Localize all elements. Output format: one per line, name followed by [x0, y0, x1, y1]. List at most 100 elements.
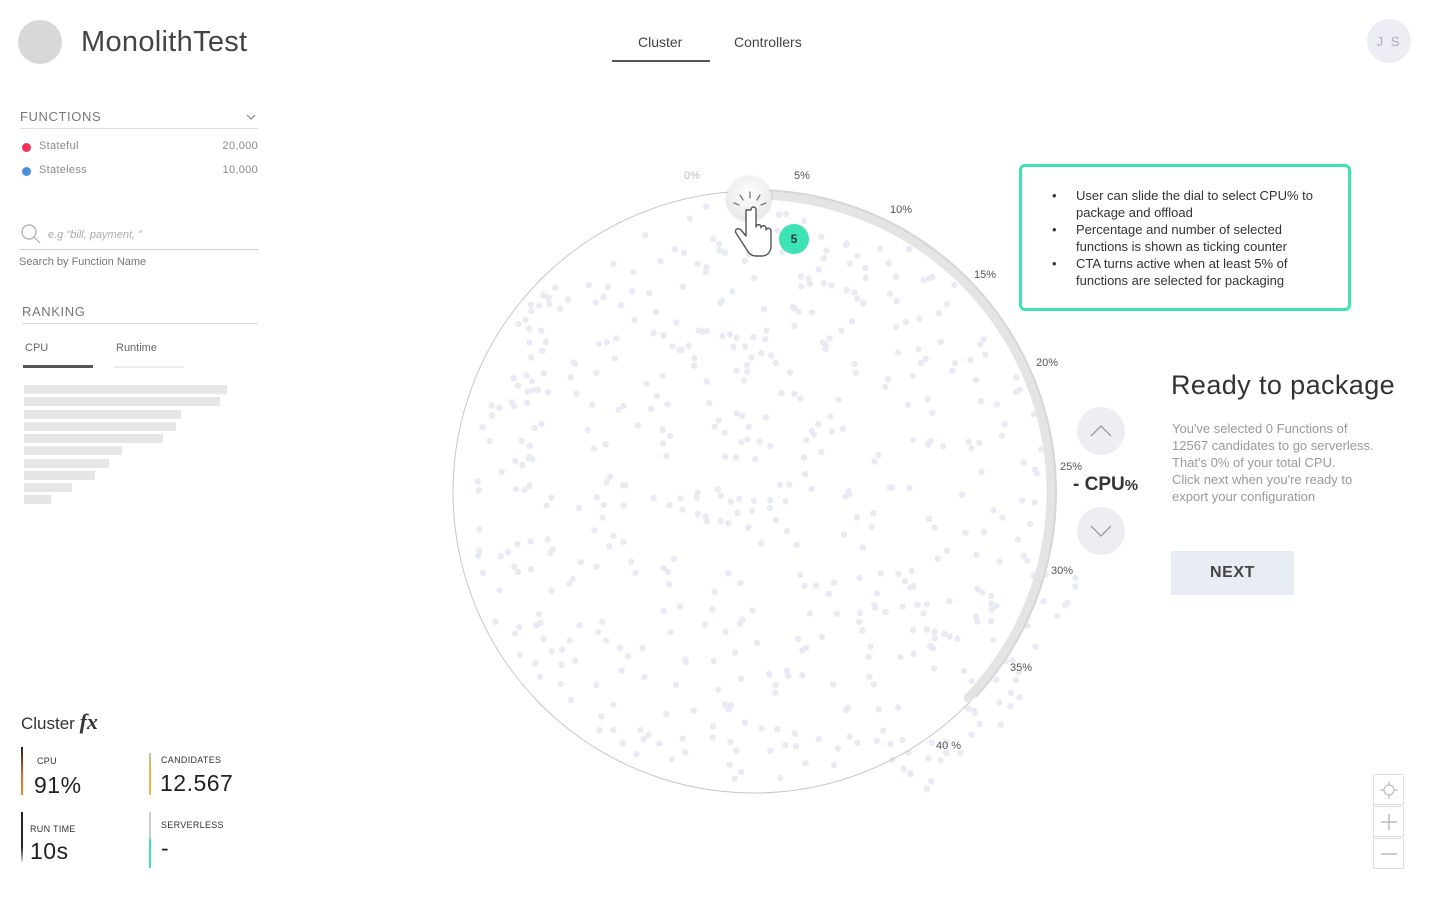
function-dot [576, 622, 583, 629]
function-dot [671, 246, 678, 253]
function-dot [667, 628, 674, 636]
function-dot [904, 401, 912, 409]
function-dot [526, 442, 534, 449]
function-dot [682, 749, 689, 756]
function-dot [783, 528, 791, 535]
function-dot [818, 233, 825, 240]
function-dot [803, 644, 810, 651]
function-dot [834, 745, 841, 752]
function-dot [702, 269, 709, 276]
function-dot [516, 624, 523, 631]
function-dot [564, 296, 572, 303]
dial-tick-label: 15% [974, 269, 997, 281]
function-dot [641, 232, 649, 239]
function-dot [527, 301, 534, 308]
function-dot [528, 565, 535, 573]
function-dot [794, 635, 802, 643]
function-dot [497, 553, 504, 560]
function-dot [968, 677, 975, 685]
function-dot [535, 610, 543, 618]
function-dot [694, 260, 701, 267]
function-dot [818, 448, 825, 456]
function-dot [925, 441, 932, 448]
function-dot [741, 719, 749, 726]
tooltip-item: Percentage and number of selected functi… [1046, 221, 1334, 255]
function-dot [988, 617, 995, 625]
function-dot [870, 509, 877, 517]
function-dot [915, 346, 922, 353]
function-dot [744, 368, 751, 375]
function-dot [734, 509, 741, 516]
function-dot [928, 739, 936, 746]
dial-track[interactable] [743, 190, 1056, 703]
function-dot [641, 673, 648, 681]
function-dot [929, 645, 937, 652]
function-dot [875, 451, 882, 459]
function-dot [951, 281, 958, 289]
function-dot [750, 497, 758, 505]
function-dot [971, 707, 978, 714]
function-dot [791, 730, 799, 737]
function-dot [989, 636, 997, 644]
function-dot [726, 331, 734, 338]
function-dot [835, 396, 842, 403]
zoom-in-button[interactable] [1373, 806, 1404, 837]
annotation-tooltip: User can slide the dial to select CPU% t… [1019, 164, 1351, 311]
locate-button[interactable] [1373, 774, 1404, 805]
function-dot [694, 489, 701, 496]
function-dot [946, 633, 953, 640]
function-dot [701, 621, 709, 628]
function-dot [619, 482, 627, 489]
function-dot [909, 436, 917, 444]
function-dot [591, 527, 598, 534]
function-dot [719, 332, 726, 339]
function-dot [786, 481, 793, 488]
dial-tick-label: 5% [794, 170, 810, 182]
function-dot [884, 376, 892, 383]
function-dot [797, 571, 804, 578]
function-dot [968, 731, 975, 738]
function-dot [525, 325, 533, 332]
function-dot [711, 423, 718, 430]
function-dot [498, 468, 506, 475]
function-dot [826, 335, 833, 342]
dial-tick-label: 35% [1010, 662, 1033, 674]
function-dot [909, 372, 916, 379]
function-dot [717, 492, 724, 499]
next-button[interactable]: NEXT [1171, 551, 1294, 595]
function-dot [557, 680, 564, 687]
function-dot [540, 370, 548, 377]
function-dot [894, 704, 902, 711]
function-dot [880, 727, 887, 734]
function-dot [808, 309, 816, 316]
function-dot [476, 526, 483, 533]
function-dot [822, 345, 829, 352]
function-dot [721, 429, 728, 436]
dial-up-button[interactable] [1077, 407, 1125, 455]
function-dot [611, 355, 618, 362]
function-dot [726, 761, 733, 768]
dial-down-button[interactable] [1077, 507, 1125, 555]
function-dot [798, 283, 805, 290]
function-dot [721, 701, 728, 708]
function-dot [526, 482, 533, 490]
function-dot [866, 673, 873, 681]
function-dot [801, 217, 808, 225]
function-dot [668, 756, 676, 763]
function-dot [710, 723, 717, 730]
function-dot [628, 558, 635, 565]
function-dot [825, 590, 833, 598]
function-dot [949, 367, 956, 374]
function-dot [714, 486, 722, 493]
function-dot [930, 665, 938, 672]
function-dot [488, 402, 495, 409]
function-dot [799, 672, 806, 679]
function-dot [548, 494, 555, 501]
function-dot [920, 276, 927, 283]
function-dot [733, 334, 741, 341]
function-dot [892, 273, 900, 281]
function-dot [819, 339, 826, 346]
function-dot [931, 524, 938, 531]
zoom-out-button[interactable] [1373, 838, 1404, 869]
package-description-line: That's 0% of your total CPU. [1172, 455, 1336, 470]
